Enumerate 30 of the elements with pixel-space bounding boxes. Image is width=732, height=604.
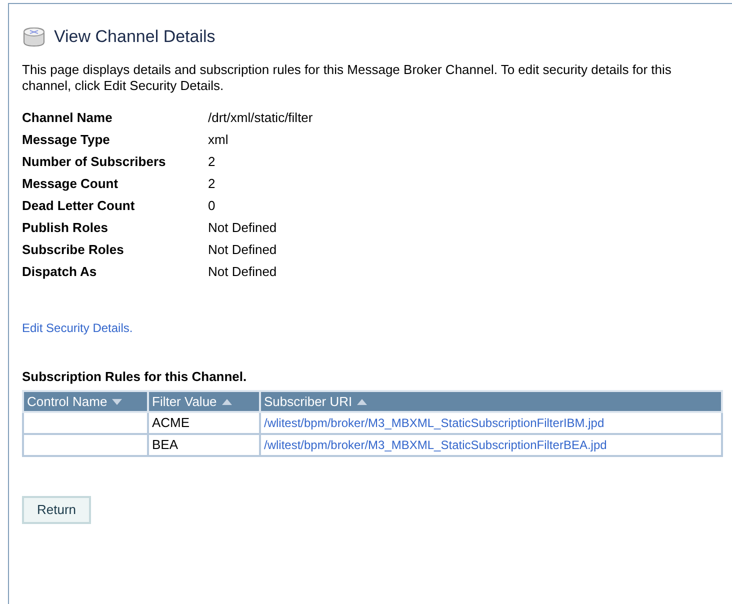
detail-value: /drt/xml/static/filter xyxy=(208,108,314,127)
table-cell: ACME xyxy=(148,412,260,434)
detail-label: Dead Letter Count xyxy=(22,196,136,215)
detail-label: Publish Roles xyxy=(22,218,109,237)
detail-value: Not Defined xyxy=(208,262,278,281)
detail-value: Not Defined xyxy=(208,240,278,259)
detail-value: 0 xyxy=(208,196,216,215)
column-header[interactable]: Subscriber URI xyxy=(260,390,722,412)
detail-value: 2 xyxy=(208,152,216,171)
page-description: This page displays details and subscription rules for this Message Broker Channel. To edit security details for this channel, click Edit Security Details. xyxy=(22,62,672,94)
channel-icon xyxy=(22,26,46,48)
column-header[interactable]: Control Name xyxy=(23,390,148,412)
return-button[interactable]: Return xyxy=(22,496,92,524)
edit-security-link[interactable]: Edit Security Details. xyxy=(22,320,133,334)
detail-label: Number of Subscribers xyxy=(22,152,167,171)
detail-value: Not Defined xyxy=(208,218,278,237)
table-title: Subscription Rules for this Channel. xyxy=(22,368,248,386)
detail-label: Message Type xyxy=(22,130,111,149)
sort-descending-icon[interactable] xyxy=(111,398,124,406)
table-cell: BEA xyxy=(148,434,260,456)
sort-ascending-icon[interactable] xyxy=(356,398,368,406)
detail-label: Message Count xyxy=(22,174,120,193)
detail-value: xml xyxy=(208,130,230,149)
sort-ascending-icon[interactable] xyxy=(220,398,233,406)
page-title: View Channel Details xyxy=(54,26,216,48)
detail-label: Channel Name xyxy=(22,108,114,127)
column-header[interactable]: Filter Value xyxy=(148,390,260,412)
detail-label: Dispatch As xyxy=(22,262,98,281)
detail-label: Subscribe Roles xyxy=(22,240,125,259)
detail-value: 2 xyxy=(208,174,216,193)
